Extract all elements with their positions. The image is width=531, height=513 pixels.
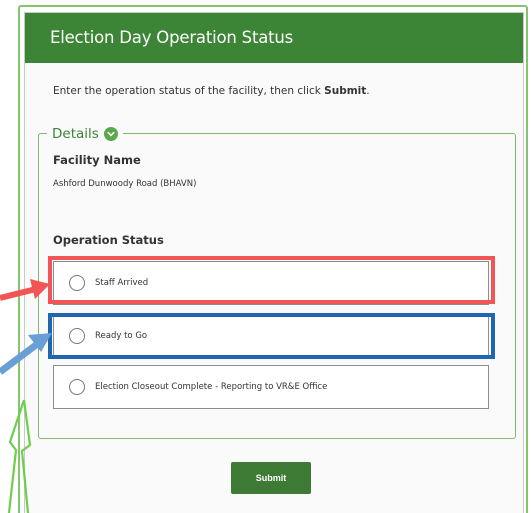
blue-arrow <box>0 333 52 375</box>
green-arrow <box>7 399 32 513</box>
red-arrow <box>0 279 50 301</box>
annotation-arrows <box>0 279 52 513</box>
screenshot-stage: Election Day Operation Status Enter the … <box>0 0 531 513</box>
